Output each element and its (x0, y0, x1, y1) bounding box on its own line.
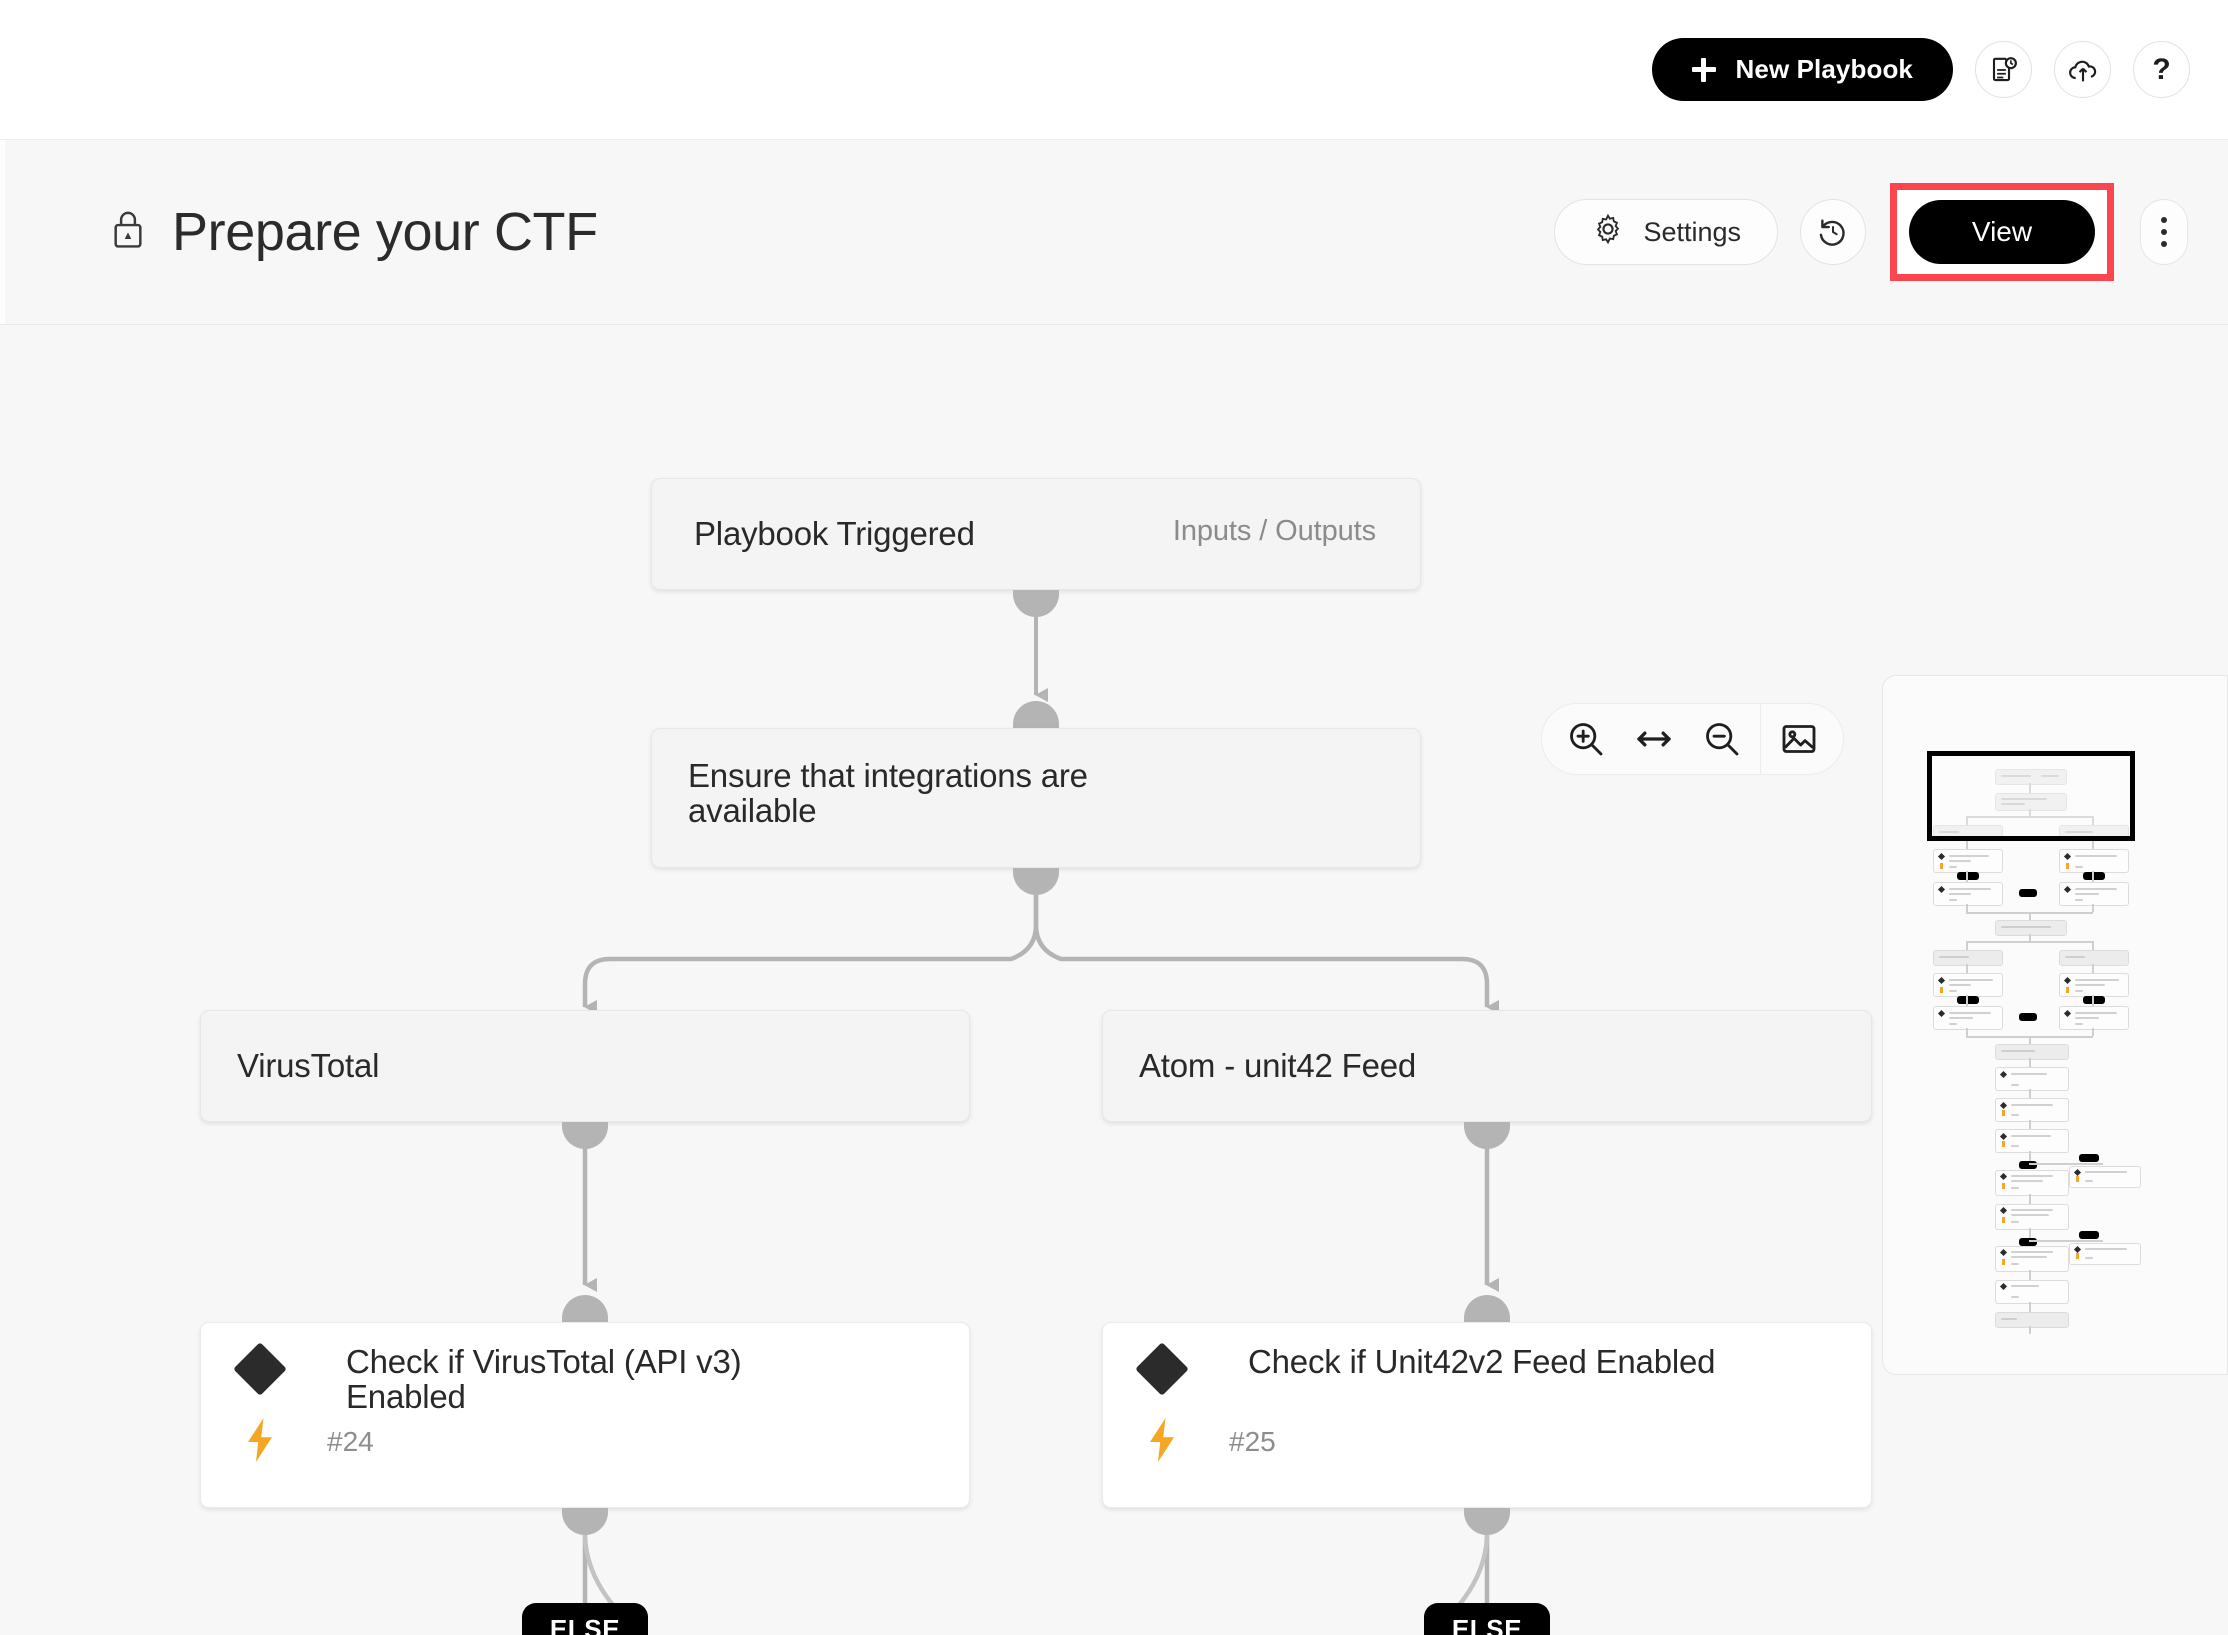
node-ensure-integrations[interactable]: Ensure that integrations are available (651, 728, 1421, 868)
port-out-atom[interactable] (1464, 1122, 1510, 1149)
port-out-check-vt[interactable] (562, 1508, 608, 1535)
lightning-bolt-icon (1145, 1418, 1179, 1462)
condition-diamond-icon (233, 1342, 287, 1396)
node-virustotal[interactable]: VirusTotal (200, 1010, 970, 1122)
header-actions: Settings View (1554, 183, 2188, 281)
view-label: View (1972, 216, 2032, 248)
settings-button[interactable]: Settings (1554, 199, 1778, 265)
view-button-highlight: View (1890, 183, 2114, 281)
node-label: Playbook Triggered (694, 509, 975, 559)
new-playbook-button[interactable]: New Playbook (1652, 38, 1953, 101)
zoom-out-icon[interactable] (1688, 705, 1756, 773)
page-title: Prepare your CTF (172, 201, 598, 263)
port-out-trigger[interactable] (1013, 590, 1059, 617)
playbook-minimap[interactable] (1882, 675, 2228, 1375)
port-in-check-vt[interactable] (562, 1295, 608, 1322)
node-playbook-triggered[interactable]: Playbook Triggered Inputs / Outputs (651, 478, 1421, 590)
zoom-in-icon[interactable] (1552, 705, 1620, 773)
node-label: VirusTotal (237, 1041, 379, 1091)
port-out-ensure[interactable] (1013, 868, 1059, 895)
node-inputs-outputs-link[interactable]: Inputs / Outputs (1173, 515, 1376, 548)
cloud-upload-icon[interactable] (2054, 41, 2111, 98)
lightning-bolt-icon (243, 1418, 277, 1462)
port-in-ensure[interactable] (1013, 701, 1059, 728)
gear-icon (1591, 212, 1625, 253)
node-atom-unit42-feed[interactable]: Atom - unit42 Feed (1102, 1010, 1872, 1122)
audit-log-icon[interactable] (1975, 41, 2032, 98)
condition-diamond-icon (1135, 1342, 1189, 1396)
port-in-check-u42[interactable] (1464, 1295, 1510, 1322)
playbook-header-bar: Prepare your CTF Settings (0, 139, 2228, 325)
else-badge: ELSE (522, 1603, 648, 1635)
port-out-check-u42[interactable] (1464, 1508, 1510, 1535)
zoom-toolbar (1541, 703, 1844, 775)
node-number: #24 (327, 1426, 374, 1458)
lock-icon (108, 207, 148, 258)
view-button[interactable]: View (1909, 200, 2095, 264)
node-check-virustotal-enabled[interactable]: Check if VirusTotal (API v3) Enabled #24 (200, 1322, 970, 1508)
plus-icon (1692, 58, 1716, 82)
history-revert-icon[interactable] (1800, 199, 1866, 265)
top-toolbar: New Playbook ? (0, 0, 2228, 139)
playbook-editor-page: New Playbook ? (0, 0, 2228, 1635)
node-number: #25 (1229, 1426, 1276, 1458)
toolbar-divider (1760, 703, 1761, 775)
playbook-title-group: Prepare your CTF (108, 201, 598, 263)
node-label-line2: Enabled (346, 1372, 466, 1422)
minimap-viewport[interactable] (1927, 751, 2135, 841)
node-label-line2: available (688, 786, 816, 836)
node-label: Atom - unit42 Feed (1139, 1041, 1416, 1091)
playbook-canvas[interactable]: Playbook Triggered Inputs / Outputs Ensu… (0, 325, 2228, 1635)
node-label: Check if Unit42v2 Feed Enabled (1248, 1337, 1715, 1387)
settings-label: Settings (1643, 217, 1741, 248)
help-glyph: ? (2152, 53, 2170, 87)
else-badge: ELSE (1424, 1603, 1550, 1635)
fit-width-icon[interactable] (1620, 705, 1688, 773)
more-options-icon[interactable] (2140, 199, 2188, 265)
help-icon[interactable]: ? (2133, 41, 2190, 98)
new-playbook-label: New Playbook (1736, 54, 1913, 85)
export-image-icon[interactable] (1765, 705, 1833, 773)
port-out-virustotal[interactable] (562, 1122, 608, 1149)
node-check-unit42v2-enabled[interactable]: Check if Unit42v2 Feed Enabled #25 (1102, 1322, 1872, 1508)
